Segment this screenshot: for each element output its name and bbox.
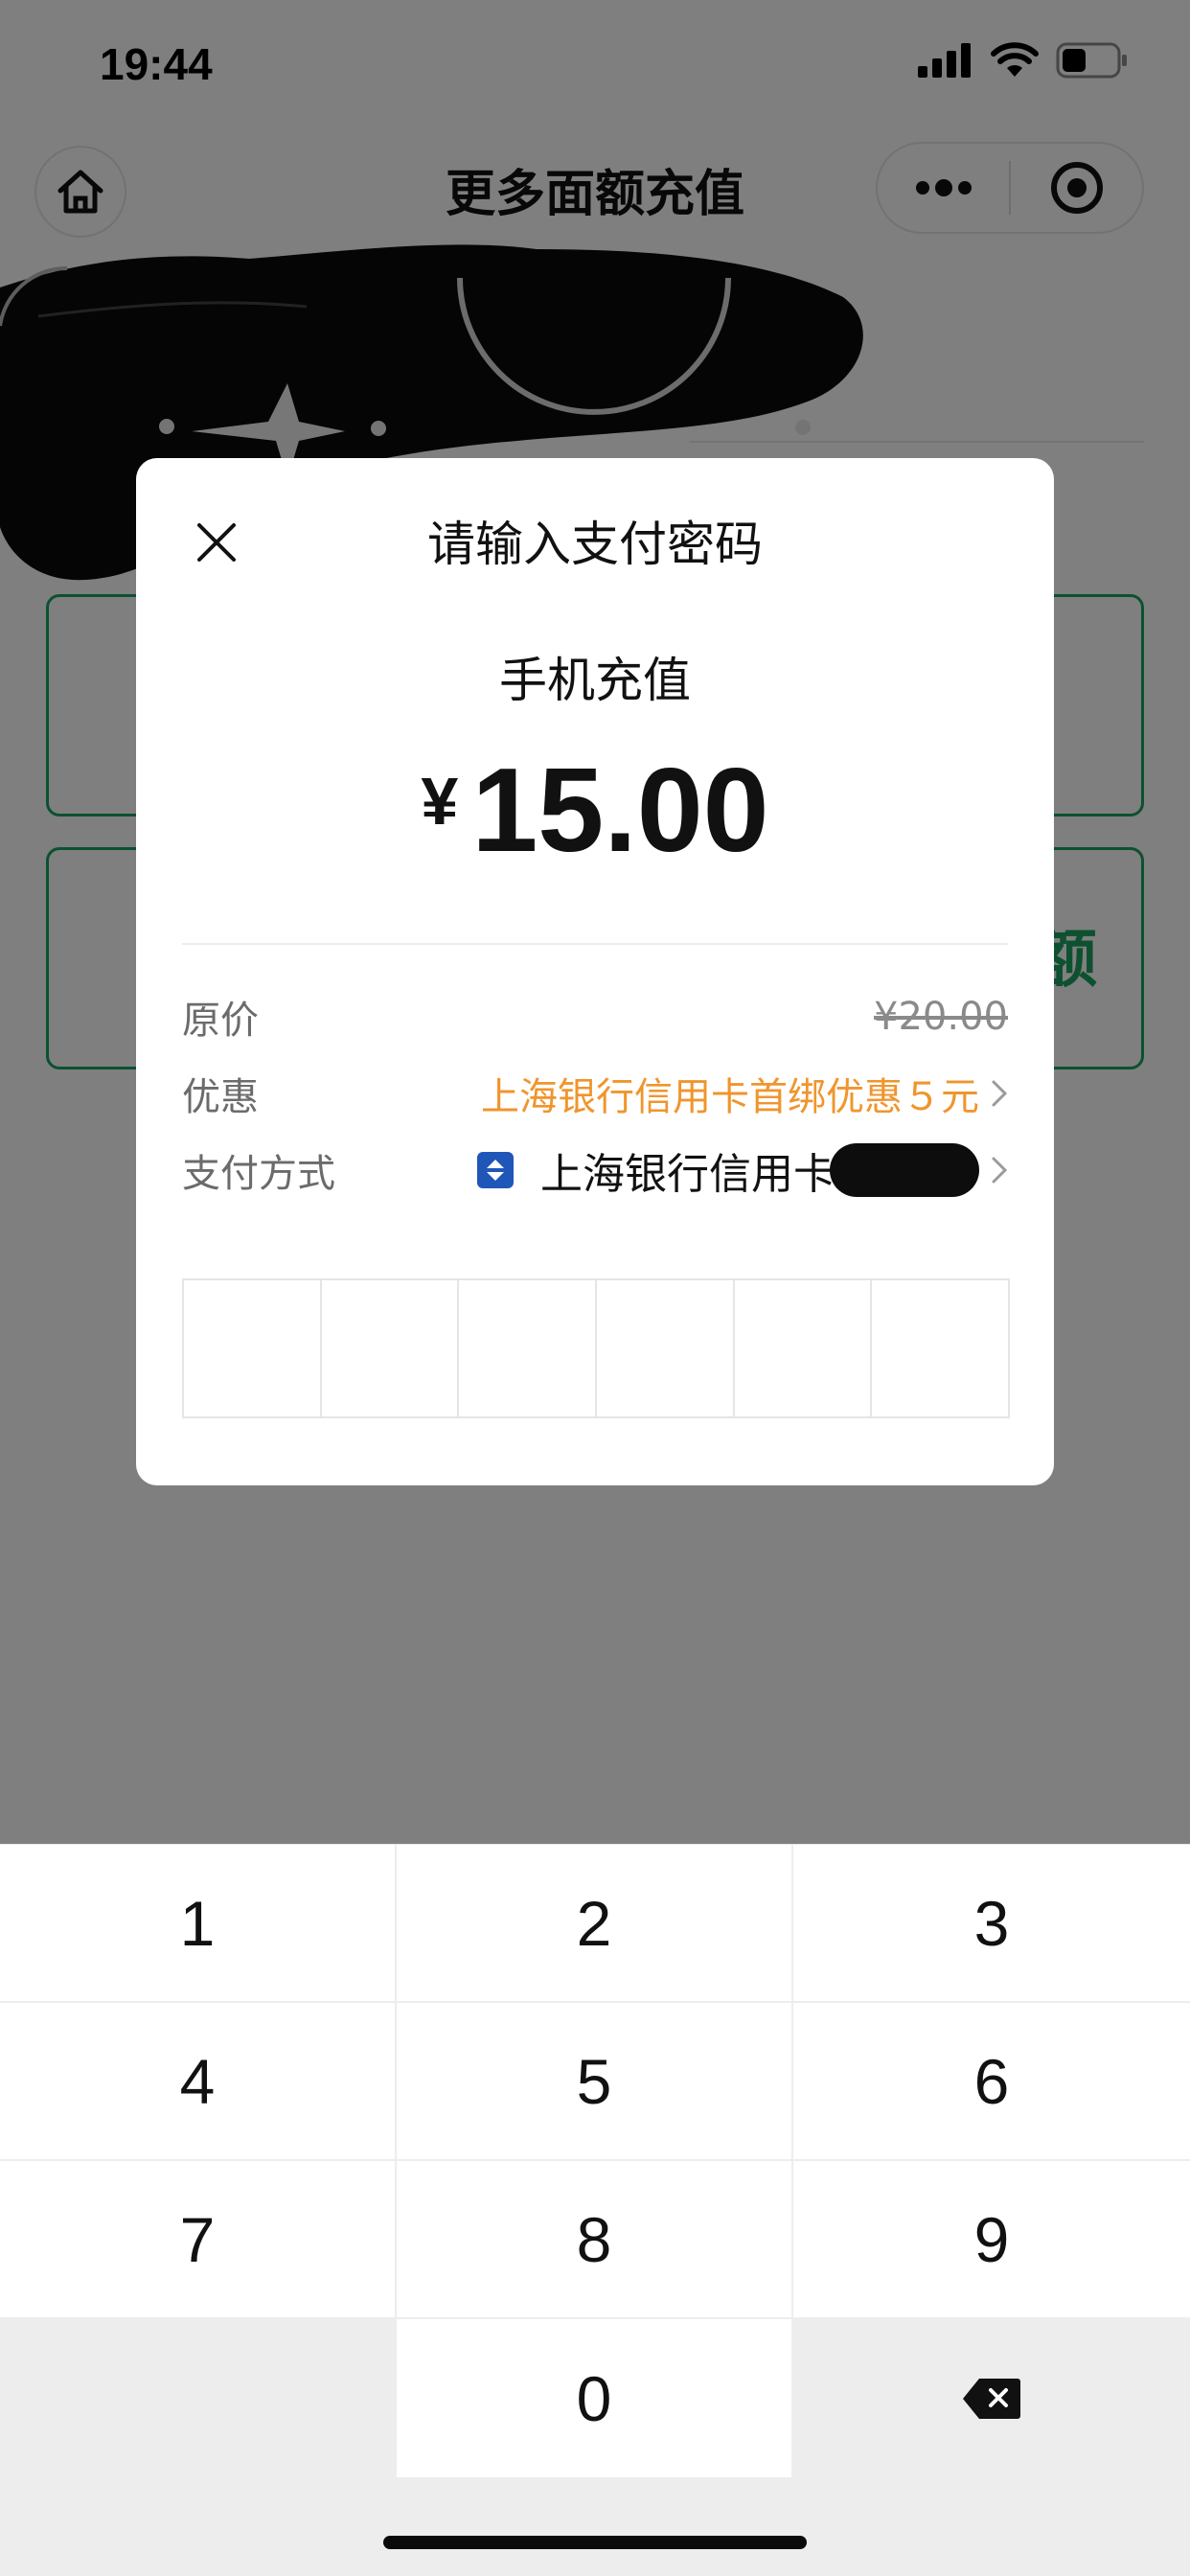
discount-wrap: 上海银行信用卡首绑优惠５元 (481, 1066, 1008, 1121)
key-blank (0, 2319, 397, 2477)
discount-row[interactable]: 优惠 上海银行信用卡首绑优惠５元 (182, 1060, 1008, 1127)
password-digit-box (322, 1280, 460, 1416)
payment-method-value: 上海银行信用卡 (540, 1150, 835, 1199)
original-price-row: 原价 ¥20.00 (182, 983, 1008, 1050)
key-6[interactable]: 6 (793, 2003, 1190, 2161)
amount-currency: ¥ (421, 764, 459, 839)
numeric-keypad: 1 2 3 4 5 6 7 8 9 0 (0, 1844, 1190, 2576)
card-number-redaction (830, 1143, 979, 1197)
key-2[interactable]: 2 (397, 1845, 793, 2003)
amount: ¥ 15.00 (136, 745, 1054, 877)
password-digit-box (872, 1280, 1008, 1416)
payment-method-wrap: 上海银行信用卡 (477, 1139, 1008, 1201)
password-input[interactable] (182, 1278, 1010, 1418)
backspace-icon (963, 2378, 1020, 2419)
key-8[interactable]: 8 (397, 2161, 793, 2319)
key-1[interactable]: 1 (0, 1845, 397, 2003)
chevron-right-icon (991, 1079, 1008, 1108)
chevron-right-icon (991, 1156, 1008, 1184)
original-price-wrap: ¥20.00 (874, 995, 1008, 1039)
password-digit-box (184, 1280, 322, 1416)
key-4[interactable]: 4 (0, 2003, 397, 2161)
discount-value: 上海银行信用卡首绑优惠５元 (481, 1075, 979, 1119)
password-digit-box (459, 1280, 598, 1416)
dialog-title: 请输入支付密码 (427, 517, 763, 572)
merchant-name: 手机充值 (499, 653, 691, 708)
home-indicator (383, 2536, 807, 2549)
amount-value: 15.00 (471, 745, 769, 877)
key-9[interactable]: 9 (793, 2161, 1190, 2319)
password-digit-box (735, 1280, 873, 1416)
payment-method-label: 支付方式 (182, 1152, 335, 1196)
original-price-value: ¥20.00 (874, 995, 1008, 1039)
discount-label: 优惠 (182, 1075, 259, 1119)
password-digit-box (597, 1280, 735, 1416)
payment-dialog: 请输入支付密码 手机充值 ¥ 15.00 原价 ¥20.00 优惠 上海银行信用… (136, 458, 1054, 1485)
original-price-label: 原价 (182, 999, 259, 1043)
keypad-bottom-area (0, 2477, 1190, 2576)
key-5[interactable]: 5 (397, 2003, 793, 2161)
bank-logo-icon (477, 1152, 514, 1188)
key-0[interactable]: 0 (397, 2319, 793, 2477)
delete-key[interactable] (793, 2319, 1190, 2477)
payment-method-row[interactable]: 支付方式 上海银行信用卡 (182, 1137, 1008, 1204)
key-7[interactable]: 7 (0, 2161, 397, 2319)
dialog-divider (182, 943, 1008, 945)
key-3[interactable]: 3 (793, 1845, 1190, 2003)
